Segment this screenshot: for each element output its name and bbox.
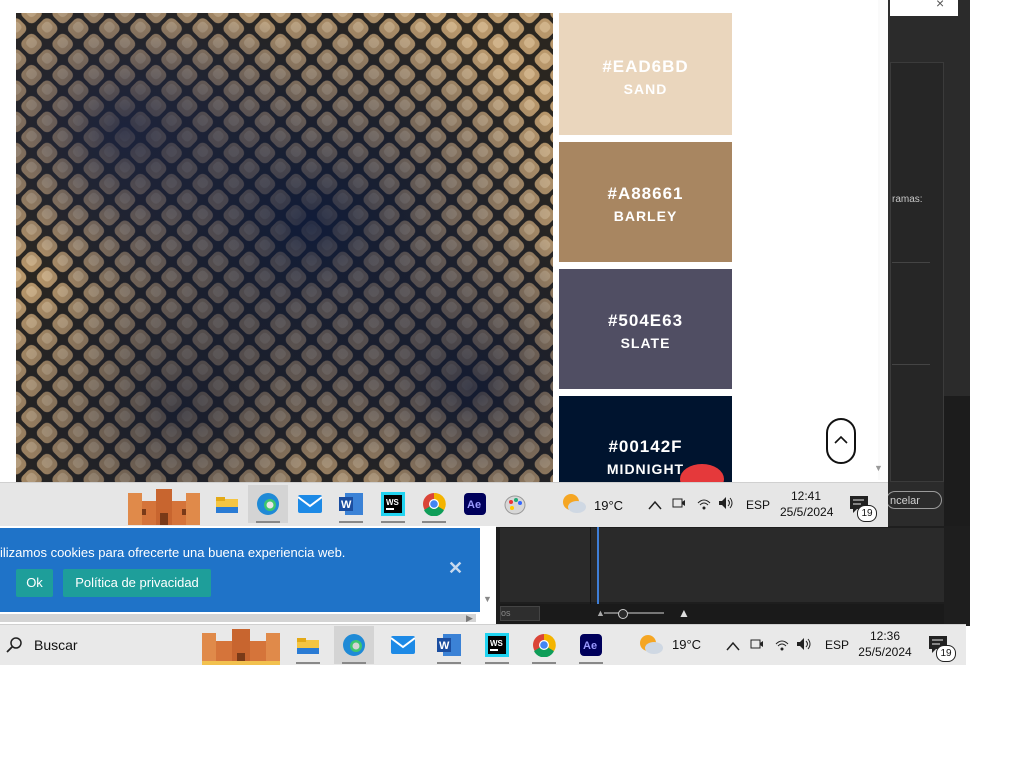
temperature-label[interactable]: 19°C bbox=[672, 637, 701, 652]
python-skin-photo[interactable] bbox=[16, 13, 553, 482]
zoom-in-icon[interactable]: ▲ bbox=[678, 606, 690, 620]
swatch-name: BARLEY bbox=[613, 208, 678, 224]
background-app-label: ramas: bbox=[892, 194, 923, 205]
chrome-icon[interactable] bbox=[524, 626, 564, 664]
swatch-slate[interactable]: #504E63 SLATE bbox=[559, 269, 732, 389]
clock-time: 12:36 bbox=[869, 629, 901, 643]
volume-icon[interactable] bbox=[718, 496, 734, 515]
image-viewer-window: #EAD6BD SAND #A88661 BARLEY #504E63 SLAT… bbox=[0, 0, 888, 482]
close-icon[interactable]: ✕ bbox=[448, 558, 463, 579]
mail-icon[interactable] bbox=[290, 485, 330, 523]
scroll-to-top-button[interactable] bbox=[826, 418, 856, 464]
notification-count-badge: 19 bbox=[936, 645, 956, 662]
close-icon[interactable]: × bbox=[936, 0, 944, 11]
meet-now-icon[interactable] bbox=[750, 637, 764, 656]
svg-text:WS: WS bbox=[490, 639, 504, 648]
wifi-icon[interactable] bbox=[697, 497, 711, 515]
edge-icon[interactable] bbox=[248, 485, 288, 523]
meet-now-icon[interactable] bbox=[672, 496, 686, 515]
swatch-hex: #00142F bbox=[608, 437, 683, 456]
scroll-down-icon[interactable]: ▼ bbox=[483, 594, 492, 604]
clock-time: 12:41 bbox=[790, 489, 822, 503]
svg-text:Ae: Ae bbox=[467, 499, 481, 511]
edge-icon[interactable] bbox=[334, 626, 374, 664]
webstorm-icon[interactable]: WS bbox=[477, 626, 517, 664]
wifi-icon[interactable] bbox=[775, 638, 789, 656]
zoom-slider-handle[interactable] bbox=[618, 609, 628, 619]
background-app-region bbox=[944, 396, 970, 526]
chevron-up-icon bbox=[834, 435, 848, 444]
clock-date: 25/5/2024 bbox=[780, 505, 834, 519]
taskbar: Buscar W WS Ae 19°C ESP 12:36 25/5/2024 … bbox=[0, 624, 966, 665]
zoom-slider[interactable] bbox=[604, 612, 664, 614]
after-effects-icon[interactable]: Ae bbox=[571, 626, 611, 664]
chrome-icon[interactable] bbox=[414, 485, 454, 523]
volume-icon[interactable] bbox=[796, 637, 812, 656]
svg-text:Ae: Ae bbox=[583, 640, 597, 652]
paint-icon[interactable] bbox=[496, 485, 536, 523]
background-app-panel bbox=[890, 62, 944, 482]
search-icon[interactable] bbox=[6, 637, 22, 658]
divider bbox=[892, 364, 930, 365]
language-indicator[interactable]: ESP bbox=[825, 637, 849, 653]
scroll-right-icon[interactable]: ▶ bbox=[466, 613, 473, 624]
weather-icon[interactable] bbox=[638, 633, 664, 660]
chevron-up-icon[interactable] bbox=[726, 638, 740, 656]
castle-widget-icon[interactable] bbox=[202, 627, 280, 670]
file-explorer-icon[interactable] bbox=[207, 485, 247, 523]
swatch-barley[interactable]: #A88661 BARLEY bbox=[559, 142, 732, 262]
temperature-label[interactable]: 19°C bbox=[594, 498, 623, 513]
editor-footer bbox=[500, 604, 944, 624]
horizontal-scrollbar[interactable] bbox=[0, 614, 476, 622]
svg-text:W: W bbox=[439, 640, 450, 652]
cancel-button[interactable]: ncelar bbox=[886, 491, 942, 509]
vertical-scrollbar[interactable] bbox=[878, 0, 888, 480]
swatch-hex: #EAD6BD bbox=[602, 57, 689, 76]
weather-icon[interactable] bbox=[561, 492, 587, 519]
language-indicator[interactable]: ESP bbox=[746, 497, 770, 513]
divider bbox=[590, 526, 591, 604]
chevron-up-icon[interactable] bbox=[648, 497, 662, 515]
word-icon[interactable]: W bbox=[331, 485, 371, 523]
divider bbox=[892, 262, 930, 263]
webstorm-icon[interactable]: WS bbox=[373, 485, 413, 523]
editor-time-input[interactable]: os bbox=[500, 606, 540, 621]
cookie-ok-button[interactable]: Ok bbox=[16, 569, 53, 597]
word-icon[interactable]: W bbox=[429, 626, 469, 664]
swatch-name: SLATE bbox=[620, 335, 671, 351]
clock[interactable]: 12:41 25/5/2024 bbox=[780, 488, 834, 520]
scroll-down-icon[interactable]: ▼ bbox=[874, 463, 883, 473]
cookie-message: ilizamos cookies para ofrecerte una buen… bbox=[0, 545, 346, 560]
clock-date: 25/5/2024 bbox=[858, 645, 912, 659]
svg-text:WS: WS bbox=[386, 498, 400, 507]
timeline-playhead[interactable] bbox=[597, 526, 599, 604]
background-dialog-titlebar bbox=[890, 0, 958, 16]
castle-widget-icon[interactable] bbox=[128, 487, 200, 530]
editor-timeline[interactable] bbox=[500, 528, 944, 602]
swatch-hex: #504E63 bbox=[607, 311, 684, 330]
after-effects-icon[interactable]: Ae bbox=[455, 485, 495, 523]
taskbar: W WS Ae 19°C ESP 12:41 25/5/2024 19 bbox=[0, 482, 888, 527]
svg-text:W: W bbox=[341, 499, 352, 511]
notification-count-badge: 19 bbox=[857, 505, 877, 522]
search-box[interactable]: Buscar bbox=[34, 637, 78, 653]
clock[interactable]: 12:36 25/5/2024 bbox=[858, 628, 912, 660]
file-explorer-icon[interactable] bbox=[288, 626, 328, 664]
swatch-name: SAND bbox=[623, 81, 668, 97]
privacy-policy-button[interactable]: Política de privacidad bbox=[63, 569, 211, 597]
swatch-sand[interactable]: #EAD6BD SAND bbox=[559, 13, 732, 135]
swatch-hex: #A88661 bbox=[607, 184, 684, 203]
mail-icon[interactable] bbox=[383, 626, 423, 664]
